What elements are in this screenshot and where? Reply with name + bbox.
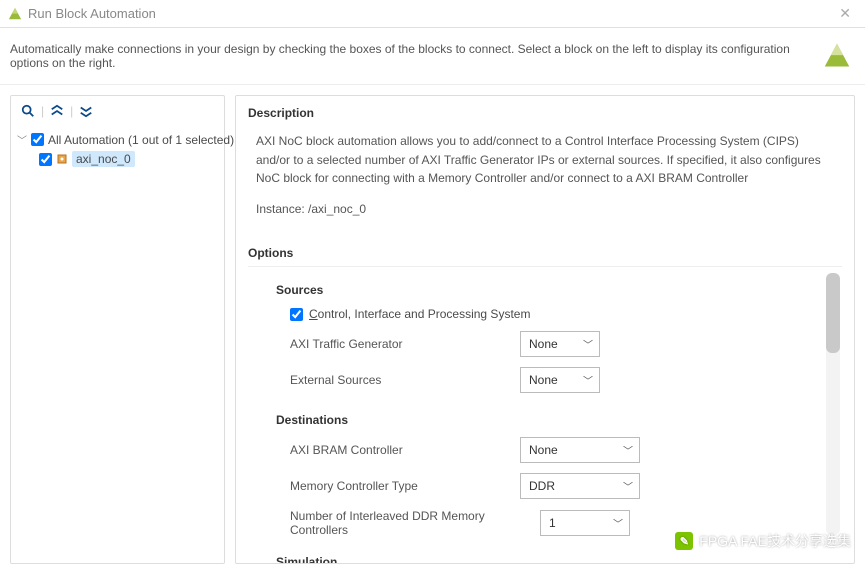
wechat-icon: ✎ bbox=[675, 532, 693, 550]
destinations-heading: Destinations bbox=[276, 413, 824, 427]
ip-block-icon bbox=[56, 153, 68, 165]
tree-toolbar: | | bbox=[11, 96, 224, 126]
axi-tg-label: AXI Traffic Generator bbox=[290, 337, 520, 351]
description-body: AXI NoC block automation allows you to a… bbox=[248, 126, 842, 240]
automation-tree: ﹀ All Automation (1 out of 1 selected) a… bbox=[11, 126, 224, 173]
chevron-down-icon: ﹀ bbox=[623, 479, 633, 494]
mctype-select[interactable]: DDR ﹀ bbox=[520, 473, 640, 499]
root-checkbox[interactable] bbox=[31, 133, 44, 146]
window-title: Run Block Automation bbox=[28, 6, 156, 21]
description-text: AXI NoC block automation allows you to a… bbox=[256, 132, 834, 188]
axi-tg-row: AXI Traffic Generator None ﹀ bbox=[290, 331, 824, 357]
search-icon[interactable] bbox=[19, 102, 37, 120]
main-area: | | ﹀ All Automation (1 out of 1 selecte… bbox=[0, 85, 865, 574]
tree-root[interactable]: ﹀ All Automation (1 out of 1 selected) bbox=[17, 130, 218, 149]
config-panel: Description AXI NoC block automation all… bbox=[235, 95, 855, 564]
titlebar: Run Block Automation ✕ bbox=[0, 0, 865, 28]
ext-sources-value: None bbox=[529, 373, 558, 387]
options-scroll-area: Sources Control, Interface and Processin… bbox=[248, 266, 842, 564]
chevron-down-icon: ﹀ bbox=[583, 373, 593, 388]
bram-label: AXI BRAM Controller bbox=[290, 443, 520, 457]
watermark-text: FPGA FAE技术分享选集 bbox=[699, 531, 851, 551]
bram-select[interactable]: None ﹀ bbox=[520, 437, 640, 463]
tree-item-axi-noc[interactable]: axi_noc_0 bbox=[39, 149, 218, 169]
bram-value: None bbox=[529, 443, 558, 457]
ext-sources-select[interactable]: None ﹀ bbox=[520, 367, 600, 393]
interleave-label: Number of Interleaved DDR Memory Control… bbox=[290, 509, 540, 537]
tree-panel: | | ﹀ All Automation (1 out of 1 selecte… bbox=[10, 95, 225, 564]
sources-heading: Sources bbox=[276, 283, 824, 297]
close-icon[interactable]: ✕ bbox=[833, 5, 857, 22]
options-section: Options Sources Control, Interface and P… bbox=[248, 246, 842, 564]
ext-sources-row: External Sources None ﹀ bbox=[290, 367, 824, 393]
cips-checkbox-row[interactable]: Control, Interface and Processing System bbox=[290, 307, 824, 321]
description-heading: Description bbox=[248, 106, 842, 120]
axi-tg-value: None bbox=[529, 337, 558, 351]
watermark: ✎ FPGA FAE技术分享选集 bbox=[675, 531, 851, 551]
toolbar-sep: | bbox=[41, 104, 44, 118]
vendor-logo-icon bbox=[823, 42, 851, 70]
chevron-down-icon[interactable]: ﹀ bbox=[17, 132, 27, 147]
cips-label: Control, Interface and Processing System bbox=[309, 307, 530, 321]
cips-checkbox[interactable] bbox=[290, 308, 303, 321]
interleave-value: 1 bbox=[549, 516, 556, 530]
collapse-all-icon[interactable] bbox=[48, 102, 66, 120]
chevron-down-icon: ﹀ bbox=[583, 337, 593, 352]
ext-sources-label: External Sources bbox=[290, 373, 520, 387]
instruction-text: Automatically make connections in your d… bbox=[10, 42, 811, 70]
mctype-row: Memory Controller Type DDR ﹀ bbox=[290, 473, 824, 499]
bram-row: AXI BRAM Controller None ﹀ bbox=[290, 437, 824, 463]
instruction-bar: Automatically make connections in your d… bbox=[0, 28, 865, 85]
expand-all-icon[interactable] bbox=[77, 102, 95, 120]
mctype-label: Memory Controller Type bbox=[290, 479, 520, 493]
chevron-down-icon: ﹀ bbox=[623, 443, 633, 458]
item-checkbox[interactable] bbox=[39, 153, 52, 166]
app-logo-icon bbox=[8, 7, 22, 21]
interleave-select[interactable]: 1 ﹀ bbox=[540, 510, 630, 536]
simulation-heading: Simulation bbox=[276, 555, 824, 564]
instance-text: Instance: /axi_noc_0 bbox=[256, 200, 834, 219]
vertical-scrollbar-thumb[interactable] bbox=[826, 273, 840, 353]
chevron-down-icon: ﹀ bbox=[613, 516, 623, 531]
options-heading: Options bbox=[248, 246, 842, 260]
toolbar-sep: | bbox=[70, 104, 73, 118]
axi-tg-select[interactable]: None ﹀ bbox=[520, 331, 600, 357]
tree-item-label: axi_noc_0 bbox=[72, 151, 135, 167]
tree-root-label: All Automation (1 out of 1 selected) bbox=[48, 133, 234, 147]
mctype-value: DDR bbox=[529, 479, 555, 493]
